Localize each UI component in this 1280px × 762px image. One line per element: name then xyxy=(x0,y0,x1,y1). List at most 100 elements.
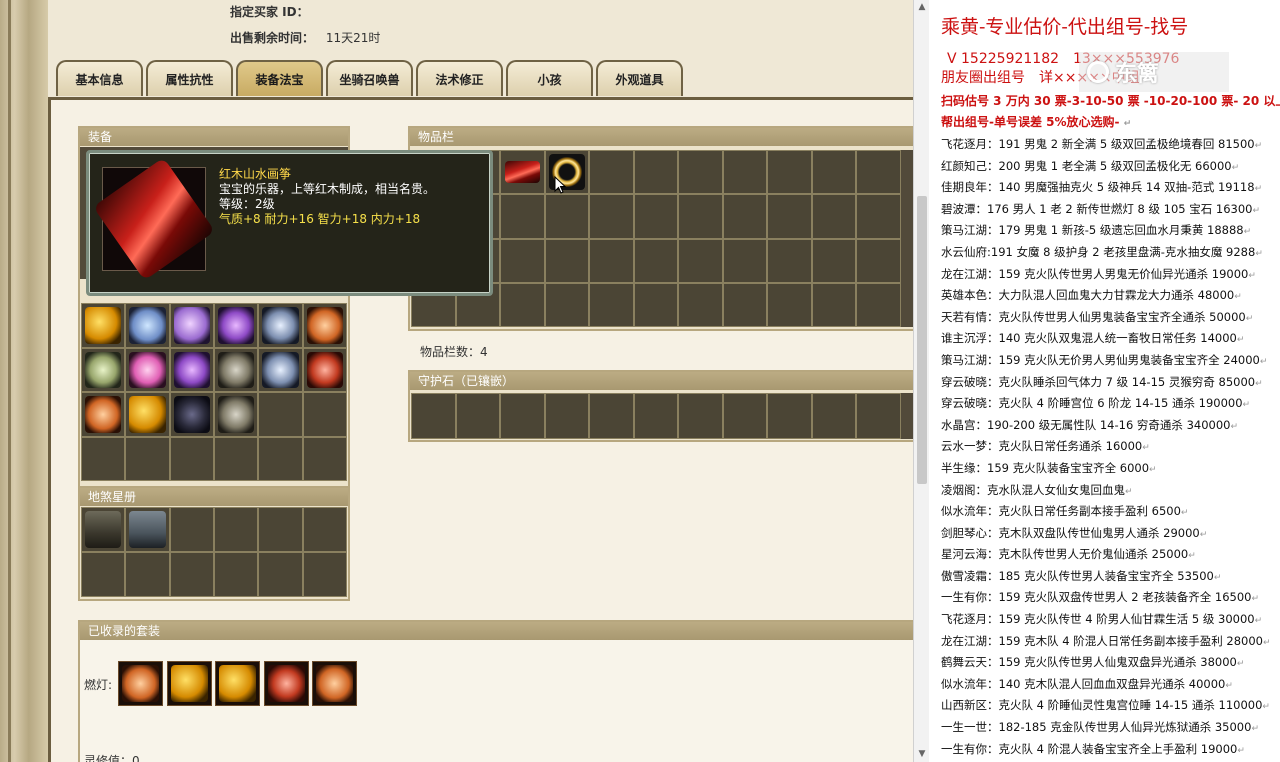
inventory-slot[interactable] xyxy=(678,150,723,195)
item-slot[interactable] xyxy=(213,436,259,481)
inventory-slot[interactable] xyxy=(633,282,678,327)
inventory-slot[interactable] xyxy=(500,150,545,195)
inventory-slot[interactable] xyxy=(722,150,767,195)
star-card-slot[interactable] xyxy=(302,507,347,552)
inventory-slot[interactable] xyxy=(722,238,767,283)
star-card-slot[interactable] xyxy=(213,552,259,597)
item-slot[interactable] xyxy=(81,392,126,437)
item-slot[interactable] xyxy=(302,436,347,481)
inventory-slot[interactable] xyxy=(856,238,901,283)
page-scrollbar[interactable]: ▲ ▼ xyxy=(913,0,929,762)
inventory-slot[interactable] xyxy=(500,238,545,283)
item-slot[interactable] xyxy=(302,347,347,392)
item-slot[interactable] xyxy=(169,347,214,392)
guard-stone-slot[interactable] xyxy=(678,393,723,439)
tab-mounts-pets[interactable]: 坐骑召唤兽 xyxy=(326,60,413,96)
item-slot[interactable] xyxy=(213,347,259,392)
inventory-slot[interactable] xyxy=(767,150,812,195)
inventory-slot[interactable] xyxy=(811,282,856,327)
guard-stone-slot[interactable] xyxy=(856,393,901,439)
star-card-slot[interactable] xyxy=(258,507,303,552)
item-slot[interactable] xyxy=(125,436,170,481)
inventory-slot[interactable] xyxy=(633,194,678,239)
inventory-slot[interactable] xyxy=(678,282,723,327)
item-slot[interactable] xyxy=(213,303,259,348)
guard-stone-slot[interactable] xyxy=(589,393,634,439)
item-slot[interactable] xyxy=(302,392,347,437)
star-card-slot[interactable] xyxy=(169,552,214,597)
inventory-slot[interactable] xyxy=(811,194,856,239)
tab-basic-info[interactable]: 基本信息 xyxy=(56,60,143,96)
tab-children[interactable]: 小孩 xyxy=(506,60,593,96)
item-slot[interactable] xyxy=(258,392,303,437)
item-slot[interactable] xyxy=(125,303,170,348)
inventory-slot[interactable] xyxy=(678,238,723,283)
inventory-slot[interactable] xyxy=(722,282,767,327)
set-piece-slot[interactable] xyxy=(312,661,357,706)
scroll-up-arrow-icon[interactable]: ▲ xyxy=(917,2,927,12)
item-slot[interactable] xyxy=(81,303,126,348)
inventory-slot[interactable] xyxy=(811,150,856,195)
set-piece-slot[interactable] xyxy=(215,661,260,706)
inventory-slot[interactable] xyxy=(678,194,723,239)
inventory-slot[interactable] xyxy=(544,194,589,239)
star-card-slot[interactable] xyxy=(302,552,347,597)
inventory-slot[interactable] xyxy=(767,194,812,239)
item-slot[interactable] xyxy=(81,347,126,392)
inventory-slot[interactable] xyxy=(589,238,634,283)
guard-stone-slot[interactable] xyxy=(544,393,589,439)
tab-attributes[interactable]: 属性抗性 xyxy=(146,60,233,96)
inventory-slot[interactable] xyxy=(811,238,856,283)
star-card-slot[interactable] xyxy=(213,507,259,552)
guard-stone-slot[interactable] xyxy=(411,393,456,439)
inventory-slot[interactable] xyxy=(589,150,634,195)
item-slot[interactable] xyxy=(81,436,126,481)
star-card-slot[interactable] xyxy=(125,507,170,552)
inventory-slot[interactable] xyxy=(722,194,767,239)
inventory-slot[interactable] xyxy=(633,238,678,283)
guard-stone-slot[interactable] xyxy=(455,393,500,439)
item-slot[interactable] xyxy=(302,303,347,348)
item-slot[interactable] xyxy=(169,436,214,481)
star-card-slot[interactable] xyxy=(81,552,126,597)
item-slot[interactable] xyxy=(125,392,170,437)
item-slot[interactable] xyxy=(258,436,303,481)
inventory-slot[interactable] xyxy=(767,282,812,327)
listing-row: 凌烟阁：克水队混人女仙女鬼回血鬼↵ xyxy=(941,482,1133,497)
inventory-slot[interactable] xyxy=(767,238,812,283)
item-slot[interactable] xyxy=(169,392,214,437)
guard-stone-slot[interactable] xyxy=(633,393,678,439)
set-piece-slot[interactable] xyxy=(264,661,309,706)
item-slot[interactable] xyxy=(125,347,170,392)
item-slot[interactable] xyxy=(213,392,259,437)
guard-stone-slot[interactable] xyxy=(767,393,812,439)
set-piece-slot[interactable] xyxy=(167,661,212,706)
item-slot[interactable] xyxy=(169,303,214,348)
inventory-slot[interactable] xyxy=(856,194,901,239)
inventory-slot[interactable] xyxy=(500,194,545,239)
star-card-slot[interactable] xyxy=(125,552,170,597)
inventory-slot[interactable] xyxy=(589,282,634,327)
guard-stone-slot[interactable] xyxy=(500,393,545,439)
star-card-slot[interactable] xyxy=(81,507,126,552)
guard-stone-slot[interactable] xyxy=(722,393,767,439)
scroll-down-arrow-icon[interactable]: ▼ xyxy=(917,749,927,759)
item-slot[interactable] xyxy=(258,347,303,392)
star-card-slot[interactable] xyxy=(258,552,303,597)
inventory-slot[interactable] xyxy=(544,150,589,195)
tab-appearance[interactable]: 外观道具 xyxy=(596,60,683,96)
inventory-slot[interactable] xyxy=(500,282,545,327)
inventory-slot[interactable] xyxy=(544,238,589,283)
guard-stone-slot[interactable] xyxy=(811,393,856,439)
inventory-slot[interactable] xyxy=(633,150,678,195)
inventory-slot[interactable] xyxy=(589,194,634,239)
tab-equipment[interactable]: 装备法宝 xyxy=(236,60,323,96)
inventory-slot[interactable] xyxy=(544,282,589,327)
inventory-slot[interactable] xyxy=(856,282,901,327)
inventory-slot[interactable] xyxy=(856,150,901,195)
star-card-slot[interactable] xyxy=(169,507,214,552)
item-slot[interactable] xyxy=(258,303,303,348)
scrollbar-thumb[interactable] xyxy=(917,196,927,484)
set-piece-slot[interactable] xyxy=(118,661,163,706)
tab-spell-correction[interactable]: 法术修正 xyxy=(416,60,503,96)
